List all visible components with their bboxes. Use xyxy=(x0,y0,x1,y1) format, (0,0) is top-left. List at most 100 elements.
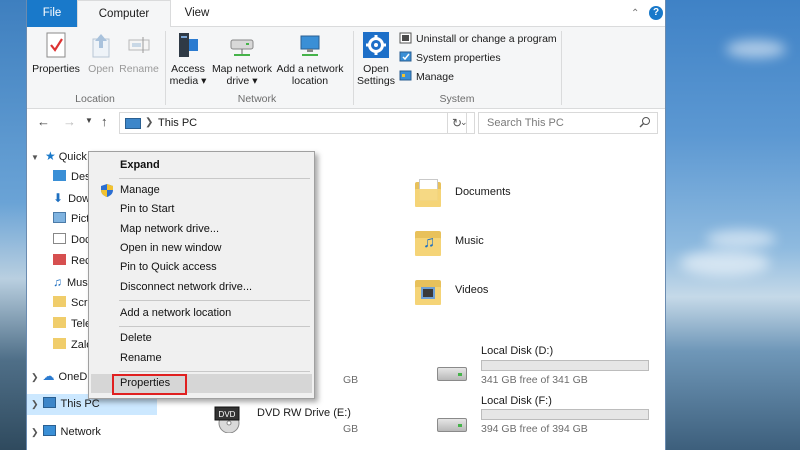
collapse-ribbon-icon[interactable]: ⌃ xyxy=(631,8,641,19)
manage-icon xyxy=(399,70,412,81)
rename-label: Rename xyxy=(119,63,159,75)
folder-icon xyxy=(53,338,66,349)
dvd-drive-icon[interactable]: DVD xyxy=(211,403,247,433)
manage-button[interactable]: Manage xyxy=(399,69,454,85)
map-drive-label-1: Map network xyxy=(211,63,273,75)
system-group-label: System xyxy=(439,93,475,105)
ribbon-separator xyxy=(165,31,166,105)
nav-label: This PC xyxy=(60,398,100,410)
uninstall-program-button[interactable]: Uninstall or change a program xyxy=(399,31,557,47)
menu-item-open-new-window[interactable]: Open in new window xyxy=(91,239,312,258)
help-icon[interactable]: ? xyxy=(649,6,663,20)
add-location-label-2: location xyxy=(291,75,329,87)
network-icon xyxy=(42,425,56,436)
uninstall-label: Uninstall or change a program xyxy=(416,33,557,45)
menu-separator xyxy=(119,300,310,301)
nav-item-network[interactable]: ❯ Network xyxy=(31,422,101,443)
uninstall-icon xyxy=(399,32,412,44)
system-properties-icon xyxy=(399,51,412,62)
properties-icon xyxy=(46,32,66,58)
menu-item-delete[interactable]: Delete xyxy=(91,329,312,348)
nav-label: Network xyxy=(60,426,101,438)
folder-label-music[interactable]: Music xyxy=(455,235,484,247)
map-drive-label-2: drive ▾ xyxy=(226,75,258,87)
drive-label-f[interactable]: Local Disk (F:) xyxy=(481,395,552,407)
address-path: This PC xyxy=(158,117,198,129)
local-disk-f-icon[interactable] xyxy=(437,418,467,432)
document-icon xyxy=(53,233,66,244)
properties-label: Properties xyxy=(32,63,80,75)
menu-item-expand[interactable]: Expand xyxy=(91,156,312,175)
access-media-label-1: Access xyxy=(171,63,205,75)
tab-view[interactable]: View xyxy=(171,0,223,27)
nav-item-zalo[interactable]: Zalo xyxy=(53,335,92,356)
ribbon-separator xyxy=(561,31,562,105)
properties-button[interactable]: Properties xyxy=(31,31,81,75)
menu-item-pin-to-start[interactable]: Pin to Start xyxy=(91,200,312,219)
folder-icon xyxy=(53,317,66,328)
folder-label-documents[interactable]: Documents xyxy=(455,186,511,198)
menu-item-add-network-location[interactable]: Add a network location xyxy=(91,304,312,323)
menu-item-map-network-drive[interactable]: Map network drive... xyxy=(91,220,312,239)
search-placeholder: Search This PC xyxy=(487,117,564,129)
star-icon: ★ xyxy=(44,149,56,163)
menu-item-manage[interactable]: Manage xyxy=(91,181,312,200)
search-box[interactable]: Search This PC xyxy=(478,112,658,134)
menu-item-disconnect-network-drive[interactable]: Disconnect network drive... xyxy=(91,278,312,297)
map-network-drive-button[interactable]: Map network drive ▾ xyxy=(209,31,275,87)
documents-folder-icon[interactable] xyxy=(415,179,441,207)
forward-arrow-icon[interactable]: → xyxy=(63,114,76,129)
access-media-label-2: media ▾ xyxy=(169,75,207,87)
desktop-icon xyxy=(53,170,66,181)
shield-icon xyxy=(101,184,113,197)
breadcrumb-chevron-icon[interactable]: ❯ xyxy=(145,117,153,128)
recordings-icon xyxy=(53,254,66,265)
pictures-icon xyxy=(53,212,66,223)
menu-item-pin-quick-access[interactable]: Pin to Quick access xyxy=(91,258,312,277)
rename-icon xyxy=(128,37,150,53)
system-properties-button[interactable]: System properties xyxy=(399,50,501,66)
open-button[interactable]: Open xyxy=(85,31,117,75)
svg-text:DVD: DVD xyxy=(219,410,236,419)
menu-label: Manage xyxy=(120,184,160,196)
music-note-icon: ♫ xyxy=(53,275,62,289)
folder-label-videos[interactable]: Videos xyxy=(455,284,488,296)
search-icon xyxy=(639,117,650,128)
expand-chevron-icon[interactable]: ❯ xyxy=(31,427,39,437)
music-folder-icon[interactable]: ♫ xyxy=(415,228,441,256)
drive-free-partial: GB xyxy=(343,374,359,386)
capacity-bar-f xyxy=(481,409,649,420)
open-settings-button[interactable]: Open Settings xyxy=(355,31,397,87)
menu-item-rename[interactable]: Rename xyxy=(91,349,312,368)
add-location-label-1: Add a network xyxy=(276,63,344,75)
refresh-icon[interactable]: ↻ xyxy=(447,112,467,134)
add-network-location-button[interactable]: Add a network location xyxy=(275,31,345,87)
download-arrow-icon: ⬇ xyxy=(53,191,64,205)
open-settings-label-1: Open xyxy=(363,63,389,75)
drive-free-partial: GB xyxy=(343,423,359,435)
open-settings-label-2: Settings xyxy=(357,75,395,87)
folder-icon xyxy=(53,296,66,307)
properties-highlight-box xyxy=(112,374,187,395)
drive-label-d[interactable]: Local Disk (D:) xyxy=(481,345,553,357)
tab-file[interactable]: File xyxy=(27,0,77,27)
rename-button[interactable]: Rename xyxy=(119,31,159,75)
back-arrow-icon[interactable]: ← xyxy=(37,114,50,129)
expand-chevron-icon[interactable]: ❯ xyxy=(31,399,39,409)
access-media-button[interactable]: Access media ▾ xyxy=(167,31,209,87)
drive-free-d: 341 GB free of 341 GB xyxy=(481,374,588,386)
tab-computer[interactable]: Computer xyxy=(77,0,171,28)
local-disk-d-icon[interactable] xyxy=(437,367,467,381)
network-location-icon xyxy=(300,35,320,56)
file-explorer-window: File Computer View ⌃ ? Properties Open R… xyxy=(26,0,666,450)
capacity-bar-d xyxy=(481,360,649,371)
up-arrow-icon[interactable]: ↑ xyxy=(101,114,108,129)
drive-label-e[interactable]: DVD RW Drive (E:) xyxy=(257,407,351,419)
address-bar[interactable]: ❯ This PC ⌄ xyxy=(119,112,475,134)
desktop-background-left xyxy=(0,0,26,450)
expand-chevron-icon[interactable]: ▼ xyxy=(31,153,39,162)
recent-locations-chevron-icon[interactable]: ▼ xyxy=(85,116,93,125)
videos-folder-icon[interactable] xyxy=(415,277,441,305)
expand-chevron-icon[interactable]: ❯ xyxy=(31,372,39,382)
network-drive-icon xyxy=(230,39,254,56)
